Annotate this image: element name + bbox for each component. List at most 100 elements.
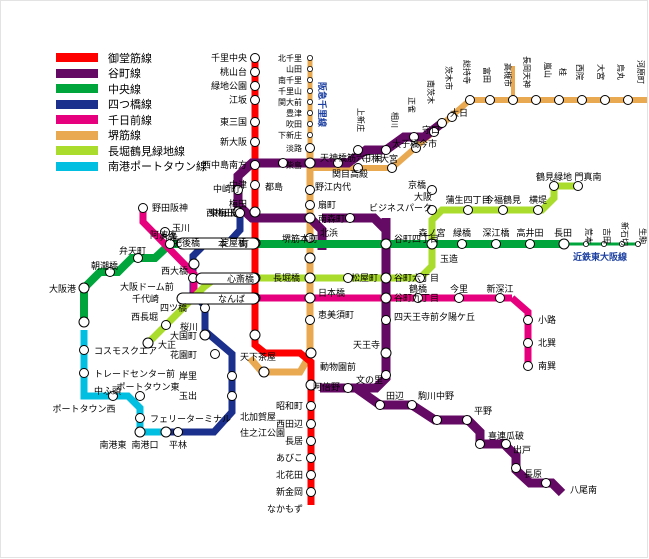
label-bentencho: 弁天町 bbox=[119, 245, 146, 257]
station-dot bbox=[407, 400, 417, 410]
station-dot bbox=[523, 315, 533, 325]
label-chiyozaki: 千代崎 bbox=[132, 293, 159, 305]
label-kishinosato: 岸里 bbox=[179, 371, 197, 382]
label-minami-ibaraki: 南茨木 bbox=[426, 80, 436, 104]
label-imafuku-tsurumi: 今福鶴見 bbox=[485, 194, 521, 206]
station-dot bbox=[306, 419, 316, 429]
station-dot-small bbox=[306, 77, 313, 84]
station-dot bbox=[250, 81, 260, 91]
label-nagata: 長田 bbox=[554, 228, 572, 239]
label-shojaku: 正雀 bbox=[407, 97, 417, 113]
station-dot bbox=[250, 180, 260, 190]
label-kujo: 九条 bbox=[160, 231, 178, 243]
label-karasuma: 烏丸 bbox=[616, 64, 626, 80]
station-dot bbox=[138, 203, 148, 213]
station-dot bbox=[249, 206, 261, 218]
label-suita: 吹田 bbox=[286, 119, 302, 129]
label-matsuyamachi: 松屋町 bbox=[351, 272, 378, 284]
label-kita-kagaya: 北加賀屋 bbox=[240, 411, 276, 423]
station-dot bbox=[541, 478, 551, 488]
label-dobutsuen-mae: 動物園前 bbox=[320, 361, 356, 373]
station-dot bbox=[485, 95, 495, 105]
station-dot-small bbox=[306, 131, 313, 138]
label-noe-uchindai: 野江内代 bbox=[315, 181, 351, 193]
station-dot bbox=[135, 413, 145, 423]
station-dot bbox=[577, 95, 587, 105]
label-kita-tatsumi: 北巽 bbox=[538, 338, 556, 349]
station-dot bbox=[531, 95, 541, 105]
label-shin-ishikiri: 新石切 bbox=[620, 222, 630, 246]
label-aikawa: 相川 bbox=[390, 112, 400, 128]
station-dot bbox=[523, 361, 533, 371]
label-kunijima: 柴島 bbox=[286, 160, 302, 170]
station-dot bbox=[375, 400, 385, 410]
label-hirabayashi: 平林 bbox=[169, 439, 187, 451]
label-omiya: 大宮 bbox=[596, 64, 606, 80]
label-nagahoribashi: 長堀橋 bbox=[273, 272, 300, 284]
label-nishi-umeda: 西梅田 bbox=[206, 207, 233, 219]
label-hirano: 平野 bbox=[474, 406, 492, 417]
station-dot bbox=[188, 258, 200, 270]
station-dot bbox=[380, 292, 392, 304]
station-dot bbox=[523, 338, 533, 348]
station-labels: 千里中央 桃山台 緑地公園 江坂 東三国 新大阪 西中島南方 中津 梅田 北千里… bbox=[49, 52, 648, 515]
station-dot bbox=[79, 345, 89, 355]
station-dot-small bbox=[306, 99, 313, 106]
label-osaka-dome-mae: 大阪ドーム前 bbox=[120, 281, 174, 293]
label-tsuruhashi: 鶴橋 bbox=[409, 283, 427, 295]
label-aramoto: 荒本 bbox=[584, 228, 594, 244]
label-miyakojima: 都島 bbox=[265, 181, 283, 193]
label-kandaimae: 関大前 bbox=[278, 97, 302, 107]
label-tsurumi-ryokuchi: 鶴見緑地 bbox=[536, 171, 572, 183]
station-dot bbox=[380, 272, 392, 284]
station-dot bbox=[250, 67, 260, 77]
label-nagaoka-tenjin: 長岡天神 bbox=[522, 56, 532, 88]
label-shimo-shinjo: 下新庄 bbox=[278, 130, 302, 140]
label-tengachaya: 天下茶屋 bbox=[240, 351, 276, 363]
station-dot bbox=[491, 239, 501, 249]
label-tenjimbashisuji-rokuchome: 天神橋筋六丁目 bbox=[320, 152, 383, 164]
station-dot bbox=[227, 371, 237, 381]
station-dot bbox=[79, 368, 89, 378]
label-hanazonocho: 花園町 bbox=[170, 349, 197, 361]
station-dot bbox=[304, 292, 316, 304]
station-dot bbox=[380, 238, 392, 250]
label-shin-kanaoka: 新金岡 bbox=[276, 486, 303, 498]
label-hankyu-senri-line: 阪急千里線 bbox=[316, 82, 328, 127]
label-shitennoji-mae-yuhigaoka: 四天王寺前夕陽ケ丘 bbox=[394, 311, 475, 323]
label-esaka: 江坂 bbox=[229, 95, 247, 106]
station-dot bbox=[250, 160, 260, 170]
station-dot bbox=[304, 212, 316, 224]
station-dot-small bbox=[306, 121, 313, 128]
label-saiin: 西院 bbox=[575, 64, 585, 80]
label-nishi-ohashi: 西大橋 bbox=[161, 265, 188, 277]
label-ebisucho: 恵美須町 bbox=[318, 309, 354, 321]
label-awaji: 淡路 bbox=[286, 143, 302, 153]
label-ibarakishi: 茨木市 bbox=[444, 66, 454, 90]
station-dot bbox=[432, 415, 442, 425]
label-tamatsukuri: 玉造 bbox=[440, 253, 458, 265]
station-dot bbox=[462, 415, 472, 425]
station-dot bbox=[250, 117, 260, 127]
label-honmachi: 本 町 bbox=[218, 238, 254, 250]
station-dot bbox=[463, 205, 473, 215]
map-canvas: 千里中央 桃山台 緑地公園 江坂 東三国 新大阪 西中島南方 中津 梅田 北千里… bbox=[49, 52, 648, 515]
station-dot bbox=[554, 95, 564, 105]
station-dot bbox=[465, 95, 475, 105]
label-osaka-business-park-1: 大阪ビジネスパーク bbox=[369, 191, 432, 214]
label-abiko: あびこ bbox=[276, 453, 303, 464]
station-dot bbox=[173, 427, 183, 437]
station-dot bbox=[305, 185, 315, 195]
station-dot bbox=[306, 401, 316, 411]
station-dot bbox=[250, 137, 260, 147]
label-kita-senri: 北千里 bbox=[278, 53, 302, 63]
station-dot bbox=[250, 53, 260, 63]
label-toyotsu: 豊津 bbox=[286, 108, 302, 118]
station-dot bbox=[250, 95, 260, 105]
label-tanimachi-6: 谷町六丁目 bbox=[394, 272, 439, 284]
label-shin-osaka: 新大阪 bbox=[220, 136, 247, 148]
station-dot bbox=[558, 238, 570, 250]
label-osaka-ko: 大阪港 bbox=[49, 283, 76, 295]
label-kami-shinjo: 上新庄 bbox=[356, 108, 366, 132]
label-kadoma-minami: 門真南 bbox=[574, 171, 601, 183]
